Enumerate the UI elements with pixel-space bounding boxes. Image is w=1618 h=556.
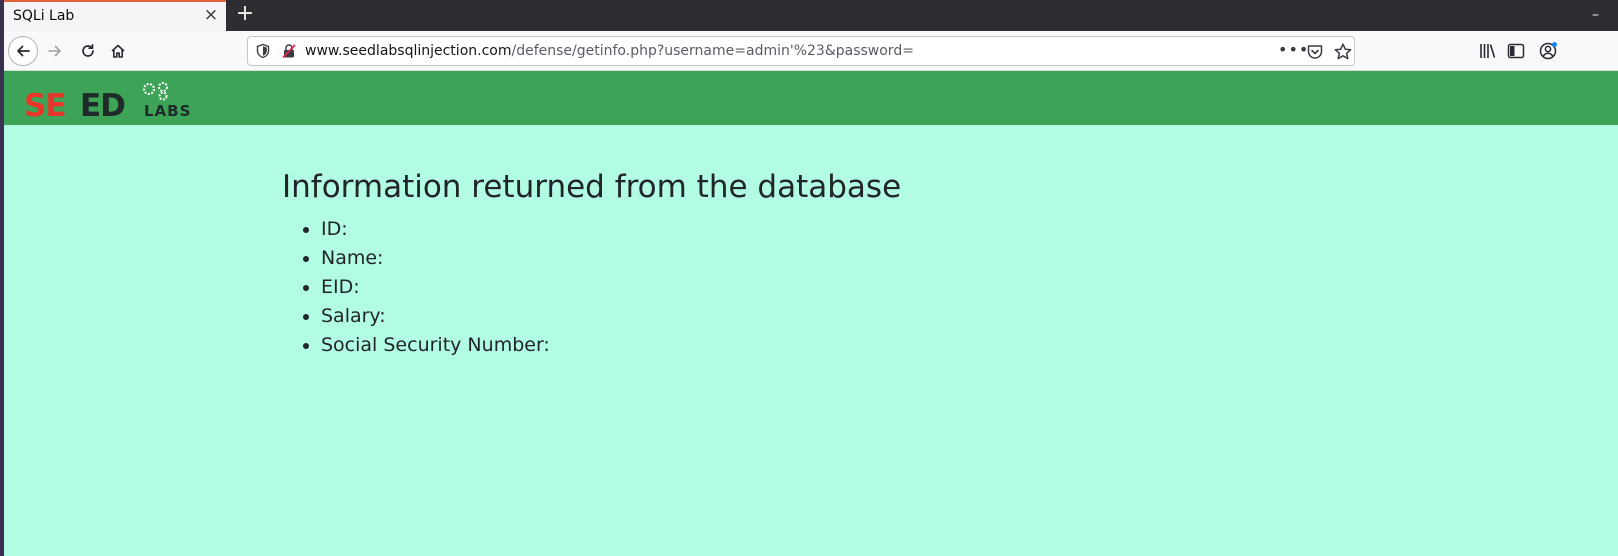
home-icon: [111, 44, 125, 58]
insecure-connection-lock-icon[interactable]: [281, 43, 297, 59]
tab-strip: SQLi Lab × + –: [0, 0, 1618, 31]
home-button[interactable]: [103, 36, 133, 66]
info-content: Information returned from the database I…: [282, 169, 901, 360]
bookmark-star-icon[interactable]: [1333, 42, 1353, 62]
field-ssn: Social Security Number:: [321, 331, 901, 360]
minimize-window-button[interactable]: –: [1592, 8, 1606, 22]
desktop-edge: [0, 0, 4, 556]
page-heading: Information returned from the database: [282, 169, 902, 205]
url-host: www.seedlabsqlinjection.com: [305, 43, 512, 59]
page-actions-more-icon[interactable]: •••: [1278, 40, 1308, 62]
web-page: SE ED LABS Information returned from the…: [4, 71, 1618, 556]
info-field-list: ID: Name: EID: Salary: Social Security N…: [282, 215, 901, 360]
new-tab-button[interactable]: +: [235, 3, 255, 25]
reload-icon: [82, 43, 94, 57]
address-bar[interactable]: www.seedlabsqlinjection.com/defense/geti…: [247, 36, 1355, 66]
arrow-left-icon: [17, 45, 30, 57]
navigation-toolbar: www.seedlabsqlinjection.com/defense/geti…: [0, 31, 1618, 71]
forward-button[interactable]: [40, 36, 70, 66]
sidebar-toggle-icon[interactable]: [1506, 41, 1526, 61]
logo-labs-letters: LABS: [144, 102, 191, 120]
tab-title: SQLi Lab: [13, 8, 75, 24]
account-icon[interactable]: [1538, 41, 1558, 61]
close-tab-icon[interactable]: ×: [202, 6, 220, 24]
field-eid: EID:: [321, 273, 901, 302]
pocket-icon[interactable]: [1306, 43, 1324, 61]
field-id: ID:: [321, 215, 901, 244]
url-path: /defense/getinfo.php?username=admin'%23&…: [511, 43, 914, 59]
field-name: Name:: [321, 244, 901, 273]
back-button[interactable]: [8, 36, 38, 66]
seed-labs-logo[interactable]: SE ED LABS: [22, 80, 218, 120]
tracking-protection-shield-icon[interactable]: [255, 43, 271, 59]
gear-icon: [143, 82, 168, 101]
logo-se-letters: SE: [24, 88, 66, 120]
logo-ed-letters: ED: [80, 88, 125, 120]
field-salary: Salary:: [321, 302, 901, 331]
arrow-right-icon: [48, 45, 61, 57]
browser-window: SQLi Lab × + – www.seedlabsqlinjection.c…: [0, 0, 1618, 556]
reload-button[interactable]: [73, 36, 103, 66]
site-header-bar: SE ED LABS: [4, 71, 1618, 125]
tab-sqli-lab[interactable]: SQLi Lab ×: [0, 0, 226, 31]
url-text[interactable]: www.seedlabsqlinjection.com/defense/geti…: [305, 43, 914, 59]
library-icon[interactable]: [1478, 41, 1498, 61]
